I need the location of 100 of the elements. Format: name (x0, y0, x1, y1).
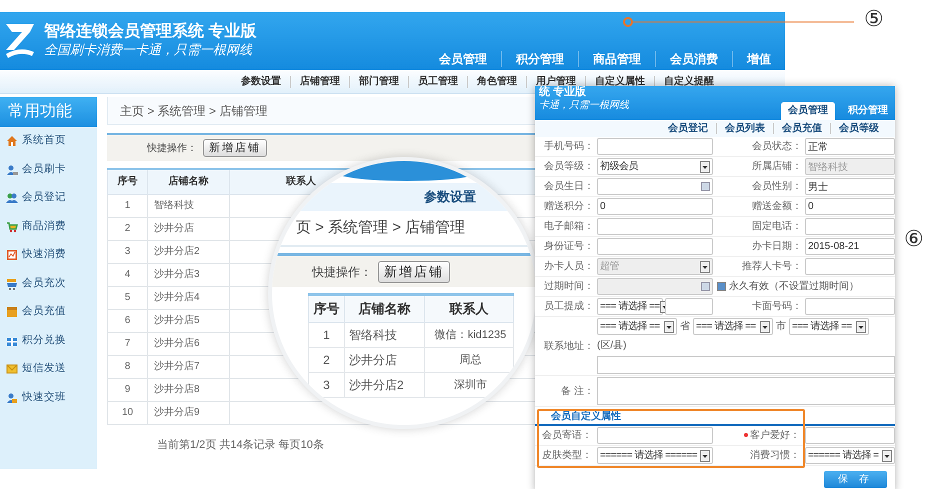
dropdown[interactable]: === 请选择 == (693, 318, 773, 335)
add-store-button[interactable]: 新增店铺 (203, 139, 267, 157)
text-field[interactable] (805, 427, 895, 444)
field-label: 所属店铺： (751, 160, 803, 174)
table-cell: 沙井分店9 (148, 401, 230, 424)
field-unit: (区/县) (597, 339, 626, 353)
table-cell: 沙井分店5 (148, 309, 230, 332)
subnav-link[interactable]: 角色管理 (467, 76, 526, 88)
toolbar-label: 快捷操作： (312, 264, 372, 280)
subnav-link[interactable]: 会员等级 (830, 123, 887, 134)
field-label: 消费习惯： (749, 448, 801, 463)
field-label: 会员状态： (751, 140, 803, 154)
field-label: 会员寄语： (541, 428, 593, 443)
field-unit: 市 (776, 320, 786, 334)
field-label: 皮肤类型： (541, 448, 593, 463)
column-header: 序号 (108, 169, 148, 194)
dropdown[interactable]: ====== 请选择 ====== (597, 447, 713, 464)
sidebar-item[interactable]: 会员刷卡 (0, 156, 97, 184)
users-icon (6, 192, 18, 204)
cart-icon (6, 278, 18, 290)
table-cell: 微信：kid1235 (424, 322, 514, 348)
sidebar-item[interactable]: 会员充值 (0, 298, 97, 326)
text-field[interactable] (805, 218, 895, 235)
table-cell: 沙井分店2 (344, 372, 424, 398)
text-field[interactable]: 正常 (805, 138, 895, 155)
text-field[interactable] (597, 138, 713, 155)
app-title: 智络连锁会员管理系统 专业版 (44, 21, 256, 42)
sidebar-item[interactable]: 会员登记 (0, 184, 97, 212)
text-field[interactable] (597, 238, 713, 255)
calendar-icon (701, 282, 710, 291)
column-header: 联系人 (424, 294, 514, 322)
table-cell: 7 (108, 332, 148, 355)
text-field[interactable] (805, 298, 895, 315)
table-cell: 智络科技 (344, 322, 424, 348)
text-field[interactable] (597, 218, 713, 235)
table-cell: 沙井分店8 (148, 378, 230, 401)
field-label: 会员等级： (543, 160, 595, 174)
field-unit: 省 (680, 320, 690, 334)
caret-icon (700, 450, 710, 462)
text-field[interactable]: 0 (805, 198, 895, 215)
sidebar-item[interactable]: 快速消费 (0, 241, 97, 270)
table-cell: 沙井分店2 (148, 240, 230, 263)
envelope-icon (6, 363, 18, 376)
sidebar-item[interactable]: 会员充次 (0, 270, 97, 298)
cart-icon (6, 220, 18, 233)
caret-icon (882, 450, 892, 462)
column-header: 店铺名称 (148, 169, 230, 194)
subnav-link[interactable]: 部门管理 (349, 76, 408, 88)
table-cell: 沙井分店7 (148, 355, 230, 378)
text-field[interactable]: 男士 (805, 178, 895, 195)
column-header: 序号 (308, 294, 344, 322)
dropdown[interactable]: === 请选择 == (597, 318, 677, 335)
table-cell: 沙井分店 (344, 348, 424, 372)
field-label: 备 注： (560, 384, 595, 398)
text-field[interactable] (597, 356, 895, 374)
sidebar-title: 常用功能 (0, 97, 97, 127)
subnav-link[interactable]: 会员充值 (773, 123, 830, 134)
table-cell: 3 (308, 372, 344, 398)
subnav-link[interactable]: 会员列表 (716, 123, 773, 134)
field-label: 手机号码： (543, 140, 595, 154)
subnav-link[interactable]: 员工管理 (408, 76, 467, 88)
text-field[interactable] (805, 258, 895, 275)
subnav-link[interactable]: 参数设置 (232, 76, 290, 88)
subnav-link[interactable]: 会员登记 (660, 123, 716, 134)
text-area[interactable] (597, 377, 895, 405)
field-label: 会员性别： (751, 180, 803, 194)
callout-number: ⑥ (904, 226, 924, 252)
column-header: 店铺名称 (344, 294, 424, 322)
table-cell: 5 (108, 286, 148, 309)
sidebar-item[interactable]: 积分兑换 (0, 326, 97, 355)
sidebar-item[interactable]: 短信发送 (0, 355, 97, 384)
nav-tab[interactable]: 会员管理 (781, 102, 835, 120)
date-field[interactable] (597, 178, 713, 195)
sidebar-item[interactable]: 商品消费 (0, 212, 97, 241)
calendar-icon (701, 182, 710, 191)
subnav-link[interactable]: 店铺管理 (290, 76, 349, 88)
field-label: 赠送金额： (751, 200, 803, 214)
text-field[interactable] (597, 427, 713, 444)
home-icon (6, 135, 18, 148)
field-label: 固定电话： (751, 220, 803, 234)
dropdown[interactable]: ====== 请选择 = (805, 447, 895, 464)
user-icon (6, 164, 18, 176)
field-label: 过期时间： (543, 280, 595, 294)
checkbox-label: 永久有效（不设置过期时间） (729, 280, 859, 294)
text-field[interactable] (665, 298, 713, 315)
sidebar-item[interactable]: 快速交班 (0, 384, 97, 412)
text-field[interactable]: 0 (597, 198, 713, 215)
caret-icon (664, 320, 674, 332)
text-field[interactable]: 2015-08-21 (805, 238, 895, 255)
dropdown[interactable]: === 请选择 == (789, 318, 869, 335)
field-label: 身份证号： (543, 240, 595, 254)
dropdown[interactable]: === 请选择 == (597, 298, 663, 315)
toolbar-label: 快捷操作： (147, 142, 197, 156)
dropdown[interactable]: 初级会员 (597, 158, 713, 175)
field-label: 联系地址： (543, 340, 595, 354)
add-store-button[interactable]: 新增店铺 (378, 260, 450, 282)
sidebar-item[interactable]: 系统首页 (0, 127, 97, 156)
table-cell: 2 (108, 217, 148, 240)
table-cell: 1 (108, 194, 148, 217)
table-cell: 1 (308, 322, 344, 348)
